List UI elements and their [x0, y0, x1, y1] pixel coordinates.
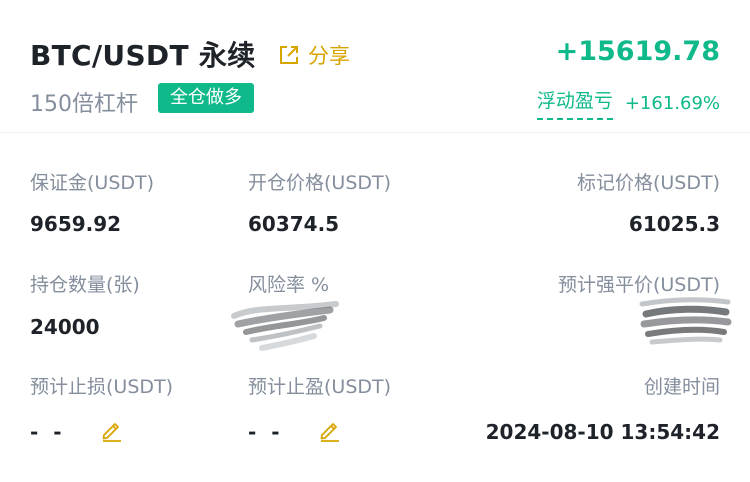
- position-symbol: BTC/USDT 永续: [30, 39, 256, 72]
- share-button[interactable]: 分享: [278, 40, 350, 70]
- header-divider: [0, 132, 750, 133]
- entry-price-value: 60374.5: [248, 212, 340, 236]
- risk-rate-label: 风险率 %: [248, 274, 330, 296]
- floating-pnl-value: +15619.78: [555, 36, 720, 67]
- mark-price-value: 61025.3: [628, 212, 720, 236]
- pencil-icon[interactable]: [318, 418, 342, 446]
- take-profit-edit[interactable]: - -: [248, 418, 342, 446]
- created-time-value: 2024-08-10 13:54:42: [485, 420, 720, 444]
- take-profit-value: - -: [248, 420, 284, 444]
- stop-loss-label: 预计止损(USDT): [30, 376, 174, 398]
- pencil-icon[interactable]: [100, 418, 124, 446]
- floating-pnl-row: 浮动盈亏 +161.69%: [536, 86, 720, 120]
- margin-mode-badge: 全仓做多: [158, 83, 254, 113]
- mark-price-label: 标记价格(USDT): [576, 172, 720, 194]
- share-icon: [278, 44, 300, 66]
- liq-price-redacted: [636, 294, 734, 350]
- margin-label: 保证金(USDT): [30, 172, 155, 194]
- leverage-label: 150倍杠杆: [30, 92, 138, 117]
- share-label: 分享: [308, 44, 350, 68]
- quantity-value: 24000: [30, 315, 100, 339]
- entry-price-label: 开仓价格(USDT): [248, 172, 392, 194]
- margin-value: 9659.92: [30, 212, 122, 236]
- stop-loss-edit[interactable]: - -: [30, 418, 124, 446]
- floating-pnl-percent: +161.69%: [624, 92, 720, 114]
- take-profit-label: 预计止盈(USDT): [248, 376, 392, 398]
- floating-pnl-label[interactable]: 浮动盈亏: [536, 86, 613, 120]
- risk-rate-redacted: [226, 296, 352, 354]
- created-time-label: 创建时间: [643, 376, 720, 398]
- quantity-label: 持仓数量(张): [30, 274, 140, 296]
- stop-loss-value: - -: [30, 420, 66, 444]
- liq-price-label: 预计强平价(USDT): [557, 274, 720, 296]
